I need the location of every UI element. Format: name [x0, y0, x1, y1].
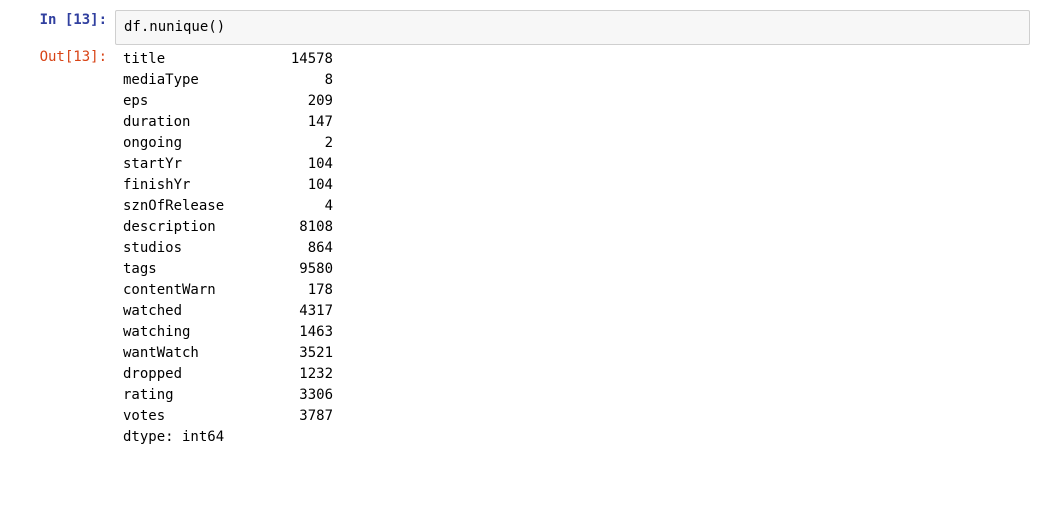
series-index-name: wantWatch — [123, 343, 263, 364]
output-row: rating3306 — [123, 385, 1030, 406]
series-value: 9580 — [263, 259, 333, 280]
input-cell: In [13]: df.nunique() — [20, 10, 1030, 45]
series-value: 178 — [263, 280, 333, 301]
output-row: watched4317 — [123, 301, 1030, 322]
series-index-name: finishYr — [123, 175, 263, 196]
series-index-name: rating — [123, 385, 263, 406]
output-row: watching1463 — [123, 322, 1030, 343]
series-value: 864 — [263, 238, 333, 259]
series-index-name: eps — [123, 91, 263, 112]
output-row: contentWarn178 — [123, 280, 1030, 301]
series-value: 104 — [263, 154, 333, 175]
series-value: 3787 — [263, 406, 333, 427]
code-input[interactable]: df.nunique() — [115, 10, 1030, 45]
series-index-name: watching — [123, 322, 263, 343]
output-row: eps209 — [123, 91, 1030, 112]
series-index-name: mediaType — [123, 70, 263, 91]
output-prompt: Out[13]: — [20, 47, 115, 450]
output-row: sznOfRelease4 — [123, 196, 1030, 217]
series-index-name: dropped — [123, 364, 263, 385]
output-row: votes3787 — [123, 406, 1030, 427]
output-row: tags9580 — [123, 259, 1030, 280]
series-index-name: startYr — [123, 154, 263, 175]
output-dtype: dtype: int64 — [123, 427, 1030, 448]
output-row: description8108 — [123, 217, 1030, 238]
series-index-name: duration — [123, 112, 263, 133]
series-index-name: ongoing — [123, 133, 263, 154]
series-index-name: votes — [123, 406, 263, 427]
output-row: studios864 — [123, 238, 1030, 259]
input-prompt: In [13]: — [20, 10, 115, 45]
series-value: 1463 — [263, 322, 333, 343]
series-index-name: description — [123, 217, 263, 238]
output-text: title14578mediaType8eps209duration147ong… — [115, 47, 1030, 450]
output-row: wantWatch3521 — [123, 343, 1030, 364]
output-row: duration147 — [123, 112, 1030, 133]
series-value: 1232 — [263, 364, 333, 385]
series-value: 8 — [263, 70, 333, 91]
output-row: startYr104 — [123, 154, 1030, 175]
series-index-name: tags — [123, 259, 263, 280]
series-value: 104 — [263, 175, 333, 196]
series-index-name: watched — [123, 301, 263, 322]
output-row: title14578 — [123, 49, 1030, 70]
series-index-name: studios — [123, 238, 263, 259]
series-index-name: contentWarn — [123, 280, 263, 301]
series-value: 2 — [263, 133, 333, 154]
output-row: mediaType8 — [123, 70, 1030, 91]
output-row: ongoing2 — [123, 133, 1030, 154]
series-value: 4317 — [263, 301, 333, 322]
series-value: 209 — [263, 91, 333, 112]
series-value: 3306 — [263, 385, 333, 406]
output-row: finishYr104 — [123, 175, 1030, 196]
series-index-name: sznOfRelease — [123, 196, 263, 217]
series-index-name: title — [123, 49, 263, 70]
output-cell: Out[13]: title14578mediaType8eps209durat… — [20, 47, 1030, 450]
series-value: 147 — [263, 112, 333, 133]
series-value: 4 — [263, 196, 333, 217]
series-value: 3521 — [263, 343, 333, 364]
series-value: 14578 — [263, 49, 333, 70]
series-value: 8108 — [263, 217, 333, 238]
output-row: dropped1232 — [123, 364, 1030, 385]
